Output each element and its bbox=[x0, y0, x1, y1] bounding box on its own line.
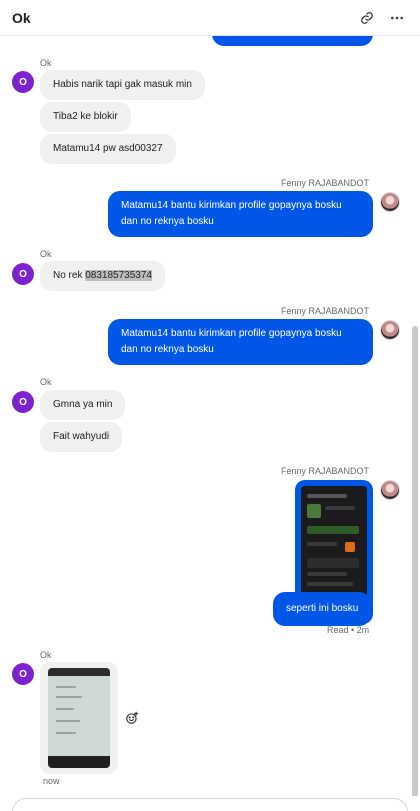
emoji-add-icon bbox=[126, 711, 139, 724]
my-avatar[interactable] bbox=[380, 192, 400, 212]
incoming-message: Fait wahyudi bbox=[40, 422, 123, 452]
read-receipt: Read • 2m bbox=[327, 625, 370, 635]
contact-avatar[interactable]: O bbox=[12, 263, 34, 285]
message-thread[interactable]: Ok O Habis narik tapi gak masuk min Tiba… bbox=[0, 36, 420, 796]
outgoing-message: Matamu14 bantu kirimkan profile gopaynya… bbox=[108, 319, 373, 365]
more-dots-icon[interactable] bbox=[386, 7, 408, 29]
my-avatar[interactable] bbox=[380, 480, 400, 500]
contact-avatar[interactable]: O bbox=[12, 391, 34, 413]
sender-name: Ok bbox=[40, 650, 52, 660]
incoming-message: Habis narik tapi gak masuk min bbox=[40, 70, 205, 100]
incoming-message: Tiba2 ke blokir bbox=[40, 102, 131, 132]
incoming-message: Gmna ya min bbox=[40, 390, 126, 420]
incoming-message: No rek 083185735374 bbox=[40, 261, 165, 291]
sender-name: Fenny RAJABANDOT bbox=[281, 306, 370, 316]
message-text: No rek bbox=[53, 270, 86, 281]
sender-name: Fenny RAJABANDOT bbox=[281, 178, 370, 188]
my-avatar[interactable] bbox=[380, 320, 400, 340]
sender-name: Ok bbox=[40, 377, 52, 387]
photo-thumbnail bbox=[48, 668, 110, 768]
scrollbar[interactable] bbox=[412, 326, 418, 796]
chat-title: Ok bbox=[12, 9, 31, 26]
incoming-image[interactable] bbox=[40, 662, 118, 774]
sender-name: Fenny RAJABANDOT bbox=[281, 466, 370, 476]
incoming-message: Matamu14 pw asd00327 bbox=[40, 134, 176, 164]
link-icon[interactable] bbox=[356, 7, 378, 29]
chat-header: Ok bbox=[0, 0, 420, 36]
message-time: now bbox=[43, 776, 60, 786]
outgoing-bubble-partial bbox=[212, 36, 373, 46]
react-button[interactable] bbox=[125, 711, 139, 725]
message-composer[interactable] bbox=[12, 798, 408, 811]
contact-avatar[interactable]: O bbox=[12, 663, 34, 685]
outgoing-message: Matamu14 bantu kirimkan profile gopaynya… bbox=[108, 191, 373, 237]
sender-name: Ok bbox=[40, 249, 52, 259]
outgoing-message: seperti ini bosku bbox=[273, 592, 372, 626]
highlighted-number: 083185735374 bbox=[85, 270, 152, 281]
contact-avatar[interactable]: O bbox=[12, 71, 34, 93]
sender-name: Ok bbox=[40, 58, 52, 68]
